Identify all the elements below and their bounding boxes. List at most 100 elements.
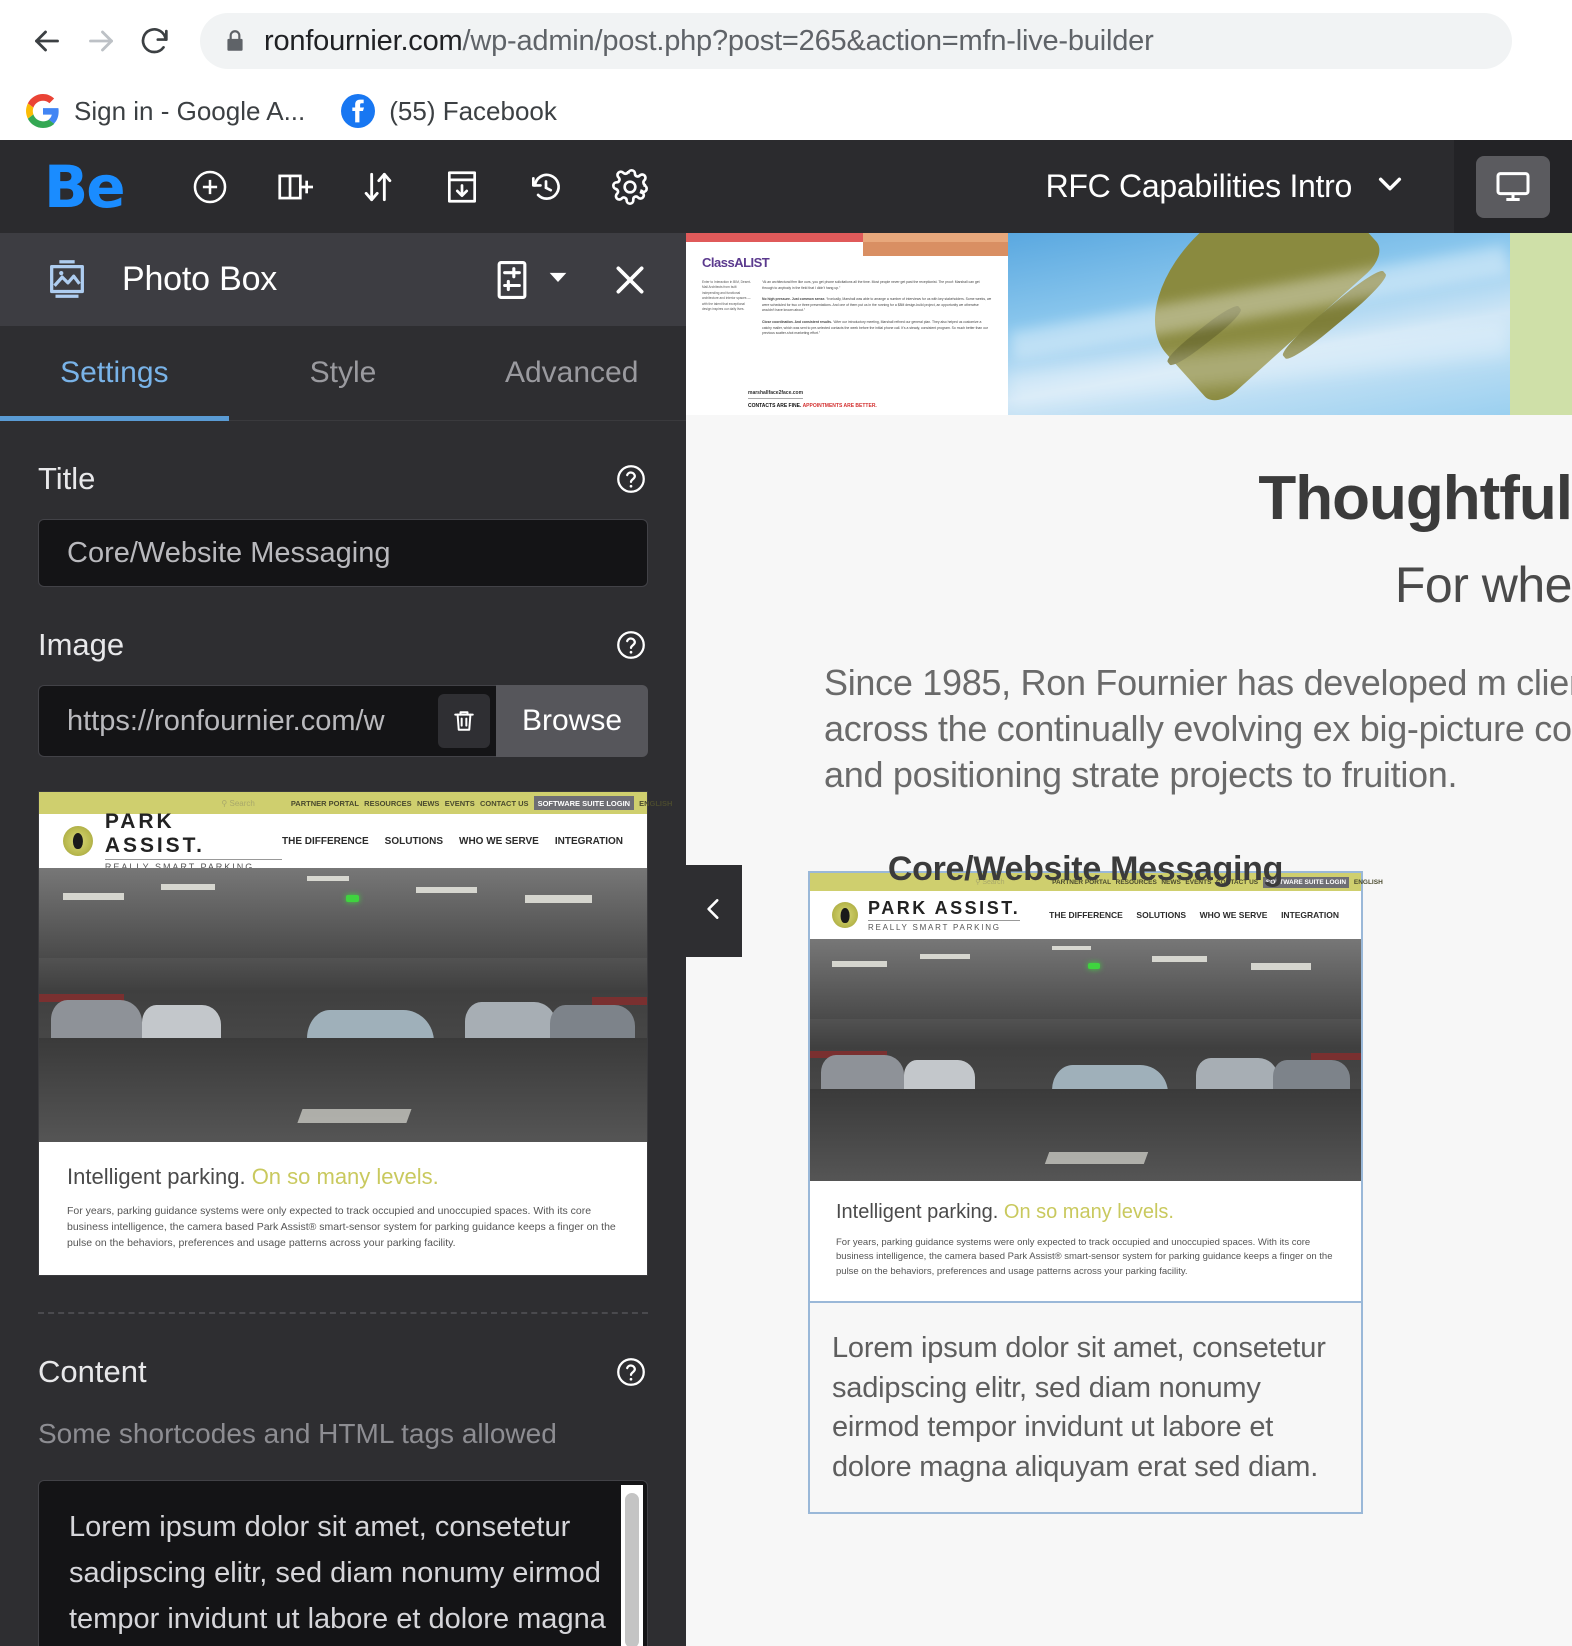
pa-nav-item[interactable]: PARTNER PORTAL [291,799,359,808]
pa-mainnav-item[interactable]: WHO WE SERVE [1200,910,1268,920]
parking-garage-photo [39,868,647,1142]
betheme-logo[interactable]: Be [44,158,126,216]
flyer-footer-red: APPOINTMENTS ARE BETTER. [802,403,877,409]
field-image: Image https://ronfournier.com/w Browse [38,627,648,757]
content-textarea[interactable]: Lorem ipsum dolor sit amet, consetetur s… [38,1480,648,1646]
content-textarea-value: Lorem ipsum dolor sit amet, consetetur s… [69,1511,606,1635]
lock-icon [222,28,248,54]
live-builder-canvas: ClassALIST Enter to Interaction in BIM, … [686,233,1572,1646]
next-slide-sliver [1510,233,1572,415]
help-question-icon[interactable] [614,462,648,496]
pa-nav-item[interactable]: NEWS [417,799,440,808]
canvas-lede-paragraph[interactable]: Since 1985, Ron Fournier has developed m… [824,660,1572,798]
page-name-label[interactable]: RFC Capabilities Intro [1046,168,1353,205]
reorder-icon[interactable] [358,167,398,207]
builder-toolbar-icons [190,167,650,207]
tab-advanced[interactable]: Advanced [457,326,686,420]
pa-brand: PARK ASSIST. [868,898,1021,919]
pa-search-placeholder: ⚲ Search [221,798,255,808]
image-url-input[interactable]: https://ronfournier.com/w [38,685,496,757]
module-content-text[interactable]: Lorem ipsum dolor sit amet, consetetur s… [808,1302,1363,1514]
image-url-value: https://ronfournier.com/w [67,704,385,737]
add-section-icon[interactable] [274,167,314,207]
close-x-icon[interactable] [604,254,656,306]
content-hint: Some shortcodes and HTML tags allowed [38,1418,557,1450]
preset-sliders-icon[interactable] [486,254,538,306]
image-preview-thumbnail: ⚲ Search PARTNER PORTAL RESOURCES NEWS E… [38,791,672,1277]
textarea-scroll-thumb[interactable] [625,1493,639,1646]
photo-box-settings-panel: Photo Box Settings Style Advanced Title … [0,233,686,1646]
section-divider [38,1312,648,1315]
flyer-sidenote: Enter to Interaction in BIM, Desert-Mail… [702,280,752,312]
field-image-label: Image [38,627,125,662]
help-question-icon[interactable] [614,1355,648,1389]
pa-mainnav-item[interactable]: WHO WE SERVE [459,836,539,847]
bookmark-facebook[interactable]: (55) Facebook [341,94,557,128]
url-domain: ronfournier.com [264,24,463,57]
pa-login-button[interactable]: SOFTWARE SUITE LOGIN [533,796,634,810]
photo-box-icon [44,257,90,303]
pa-language[interactable]: ENGLISH [639,799,672,808]
pa-body-text: For years, parking guidance systems were… [67,1205,616,1249]
pa-headline-yellow: On so many levels. [1003,1201,1174,1224]
forward-arrow-icon[interactable] [74,14,128,68]
field-title: Title Core/Website Messaging [38,461,648,587]
device-preview-group [1454,140,1572,233]
chevron-left-icon [701,894,727,929]
address-bar[interactable]: ronfournier.com/wp-admin/post.php?post=2… [200,13,1512,69]
flyer-url: marshallface2face.com [748,390,804,399]
pa-mainnav-item[interactable]: INTEGRATION [555,836,623,847]
panel-body: Title Core/Website Messaging Image https… [0,461,686,1646]
pa-tagline: REALLY SMART PARKING [868,920,1021,932]
canvas-headline[interactable]: Thoughtful [686,463,1572,534]
flyer-para2-lead: No high pressure. Just common sense. [762,297,826,302]
panel-collapse-handle[interactable] [686,865,742,957]
save-template-icon[interactable] [442,167,482,207]
airplane-photo [1008,233,1510,415]
caret-down-icon[interactable] [548,267,568,292]
browse-button[interactable]: Browse [496,685,648,757]
trash-icon[interactable] [438,694,490,748]
pa-mainnav-item[interactable]: SOLUTIONS [1136,910,1186,920]
canvas-top-image-strip: ClassALIST Enter to Interaction in BIM, … [686,233,1572,415]
builder-toolbar: Be RFC Capabilities Intro [0,140,1572,233]
settings-gear-icon[interactable] [610,167,650,207]
panel-tabs: Settings Style Advanced [0,326,686,421]
help-question-icon[interactable] [614,628,648,662]
pa-mainnav-item[interactable]: SOLUTIONS [385,836,443,847]
pa-nav-item[interactable]: RESOURCES [364,799,412,808]
photo-box-module-preview[interactable]: Core/Website Messaging ⚲ Search PARTNER … [808,850,1383,1514]
pa-mainnav-item[interactable]: THE DIFFERENCE [282,836,369,847]
pa-nav-item[interactable]: CONTACT US [480,799,529,808]
field-title-header: Title [38,461,648,497]
pa-headline: Intelligent parking. On so many levels. [67,1164,619,1190]
panel-title: Photo Box [122,260,278,298]
pa-body-text: For years, parking guidance systems were… [836,1237,1333,1277]
field-content-label: Content [38,1354,147,1390]
url-path: /wp-admin/post.php?post=265&action=mfn-l… [462,24,1154,57]
flyer-logo: ClassALIST [702,255,770,270]
module-image-frame: ⚲ Search PARTNER PORTAL RESOURCES NEWS E… [808,871,1383,1303]
pa-brand: PARK ASSIST. [104,810,205,857]
pa-nav-item[interactable]: EVENTS [445,799,475,808]
browser-nav-row: ronfournier.com/wp-admin/post.php?post=2… [0,0,1572,82]
title-input[interactable]: Core/Website Messaging [38,519,648,587]
reload-icon[interactable] [128,14,182,68]
address-bar-url: ronfournier.com/wp-admin/post.php?post=2… [264,25,1154,58]
pa-mainnav-item[interactable]: INTEGRATION [1281,910,1339,920]
pa-headline-dark: Intelligent parking. [836,1201,999,1224]
field-content-header: Content [38,1354,648,1390]
pa-mainnav-item[interactable]: THE DIFFERENCE [1049,910,1123,920]
bookmark-label: (55) Facebook [389,95,557,126]
canvas-subheadline[interactable]: For whe [686,556,1572,614]
history-icon[interactable] [526,167,566,207]
chevron-down-icon[interactable] [1374,168,1406,205]
bookmark-google-signin[interactable]: Sign in - Google A... [26,94,305,128]
tab-style[interactable]: Style [229,326,458,420]
tab-settings[interactable]: Settings [0,326,229,421]
google-icon [26,94,60,128]
back-arrow-icon[interactable] [20,14,74,68]
park-assist-badge-icon [63,826,93,856]
add-circle-icon[interactable] [190,167,230,207]
desktop-monitor-icon[interactable] [1476,155,1550,218]
